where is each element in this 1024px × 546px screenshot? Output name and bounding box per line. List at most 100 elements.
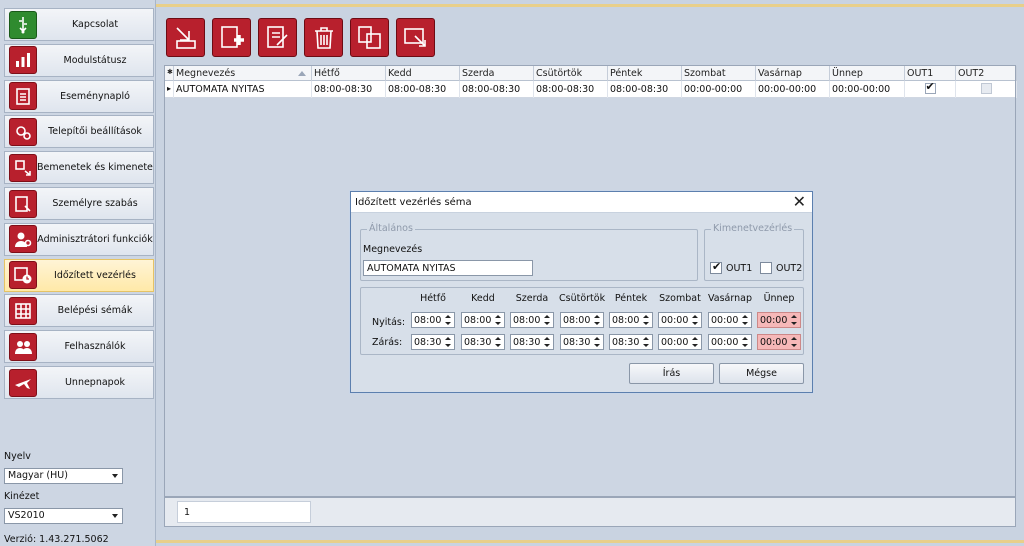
spin-down-icon[interactable] [594,344,600,347]
spin-down-icon[interactable] [692,344,698,347]
spin-up-icon[interactable] [445,337,451,340]
close-time-spinner[interactable]: 08:30 [411,334,455,350]
close-time-spinner[interactable]: 08:30 [461,334,505,350]
spin-down-icon[interactable] [445,344,451,347]
spin-down-icon[interactable] [742,322,748,325]
spin-up-icon[interactable] [544,337,550,340]
column-header[interactable]: Szerda [460,66,534,81]
column-header[interactable]: OUT1 [905,66,956,81]
spin-down-icon[interactable] [791,322,797,325]
import-button[interactable] [166,18,205,57]
spin-up-icon[interactable] [643,315,649,318]
spin-down-icon[interactable] [643,322,649,325]
open-time-spinner[interactable]: 08:00 [560,312,604,328]
out1-checkbox[interactable]: ✔ OUT1 [710,261,752,274]
theme-select[interactable]: VS2010 [4,508,123,524]
spin-down-icon[interactable] [495,344,501,347]
add-button[interactable] [212,18,251,57]
sidebar-item[interactable]: Bemenetek és kimenetek [4,151,154,185]
out2-cell-checkbox[interactable] [980,83,992,94]
table-cell[interactable]: 00:00-00:00 [682,81,756,98]
table-cell[interactable]: 08:00-08:30 [386,81,460,98]
column-header[interactable]: Ünnep [830,66,905,81]
page-number-field[interactable]: 1 [177,501,311,523]
open-time-spinner[interactable]: 08:00 [461,312,505,328]
column-header[interactable]: Hétfő [312,66,386,81]
out2-checkbox-box[interactable] [760,262,772,274]
spin-down-icon[interactable] [692,322,698,325]
open-time-spinner[interactable]: 00:00 [757,312,801,328]
column-header[interactable]: Péntek [608,66,682,81]
close-time-spinner[interactable]: 00:00 [708,334,752,350]
open-time-spinner[interactable]: 08:00 [411,312,455,328]
cancel-button[interactable]: Mégse [719,363,804,384]
delete-button[interactable] [304,18,343,57]
column-header[interactable]: Szombat [682,66,756,81]
table-cell[interactable]: 08:00-08:30 [460,81,534,98]
close-time-spinner[interactable]: 00:00 [658,334,702,350]
sidebar-item[interactable]: Kapcsolat [4,8,154,41]
spin-up-icon[interactable] [742,315,748,318]
open-time-spinner[interactable]: 08:00 [609,312,653,328]
spin-up-icon[interactable] [445,315,451,318]
table-cell-out1[interactable]: ✔ [905,81,956,98]
spin-down-icon[interactable] [742,344,748,347]
sidebar-item[interactable]: Telepítői beállítások [4,115,154,149]
open-time-spinner[interactable]: 08:00 [510,312,554,328]
close-time-spinner[interactable]: 08:30 [609,334,653,350]
out2-checkbox[interactable]: OUT2 [760,262,802,274]
column-header[interactable]: OUT2 [956,66,1017,81]
table-row[interactable]: ▸ AUTOMATA NYITAS 08:00-08:30 08:00-08:30 08… [165,81,1017,98]
spin-down-icon[interactable] [643,344,649,347]
spin-down-icon[interactable] [544,344,550,347]
spin-up-icon[interactable] [544,315,550,318]
spin-up-icon[interactable] [594,315,600,318]
close-time-spinner[interactable]: 00:00 [757,334,801,350]
spin-up-icon[interactable] [495,337,501,340]
table-cell[interactable]: 00:00-00:00 [830,81,905,98]
table-cell[interactable]: 08:00-08:30 [534,81,608,98]
table-cell[interactable]: 08:00-08:30 [608,81,682,98]
sidebar-item[interactable]: Személyre szabás [4,187,154,220]
spin-up-icon[interactable] [692,315,698,318]
sidebar-item[interactable]: Ünnepnapok [4,366,154,399]
table-cell[interactable]: 00:00-00:00 [756,81,830,98]
copy-button[interactable] [350,18,389,57]
spin-up-icon[interactable] [692,337,698,340]
spin-down-icon[interactable] [791,344,797,347]
sidebar-item[interactable]: Eseménynapló [4,79,154,113]
open-time-spinner[interactable]: 00:00 [658,312,702,328]
spin-down-icon[interactable] [495,322,501,325]
open-time-spinner[interactable]: 00:00 [708,312,752,328]
export-button[interactable] [396,18,435,57]
spin-up-icon[interactable] [594,337,600,340]
spin-down-icon[interactable] [445,322,451,325]
table-cell[interactable]: 08:00-08:30 [312,81,386,98]
sidebar-item[interactable]: Felhasználók [4,330,154,364]
spin-up-icon[interactable] [791,337,797,340]
sidebar-item[interactable]: Belépési sémák [4,294,154,328]
close-icon[interactable]: ✕ [793,193,806,211]
out1-checkbox-box[interactable]: ✔ [710,261,722,274]
spin-down-icon[interactable] [594,322,600,325]
out1-cell-checkbox[interactable]: ✔ [924,81,936,94]
write-button[interactable]: Írás [629,363,714,384]
sidebar-item[interactable]: Adminisztrátori funkciók [4,222,154,256]
close-time-spinner[interactable]: 08:30 [510,334,554,350]
sidebar-item[interactable]: Időzített vezérlés [4,258,154,292]
close-time-spinner[interactable]: 08:30 [560,334,604,350]
column-header[interactable]: Csütörtök [534,66,608,81]
sidebar-item[interactable]: Modulstátusz [4,43,154,77]
spin-up-icon[interactable] [643,337,649,340]
column-header[interactable]: Kedd [386,66,460,81]
column-header[interactable]: Vasárnap [756,66,830,81]
spin-up-icon[interactable] [791,315,797,318]
spin-down-icon[interactable] [544,322,550,325]
spin-up-icon[interactable] [495,315,501,318]
edit-button[interactable] [258,18,297,57]
table-cell-out2[interactable] [956,81,1017,98]
language-select[interactable]: Magyar (HU) [4,468,123,484]
column-header[interactable]: Megnevezés [174,66,312,81]
name-input[interactable]: AUTOMATA NYITAS [363,260,533,276]
spin-up-icon[interactable] [742,337,748,340]
